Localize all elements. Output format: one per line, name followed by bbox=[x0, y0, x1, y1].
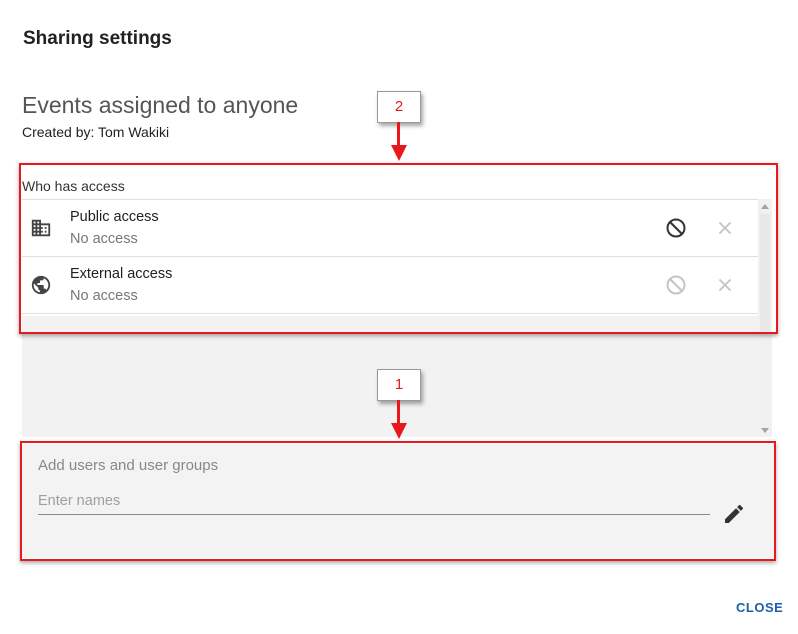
annotation-callout-1: 1 bbox=[377, 369, 421, 401]
object-name: Events assigned to anyone bbox=[22, 92, 299, 118]
dialog-title: Sharing settings bbox=[23, 28, 172, 49]
created-by: Created by: Tom Wakiki bbox=[22, 124, 170, 140]
annotation-callout-2: 2 bbox=[377, 91, 421, 123]
annotation-box-2 bbox=[19, 163, 778, 334]
arrow-down-icon bbox=[391, 423, 407, 439]
scroll-down-arrow-icon[interactable] bbox=[761, 428, 769, 433]
close-button[interactable]: CLOSE bbox=[736, 600, 783, 615]
arrow-down-icon bbox=[391, 145, 407, 161]
annotation-box-1 bbox=[20, 441, 776, 561]
